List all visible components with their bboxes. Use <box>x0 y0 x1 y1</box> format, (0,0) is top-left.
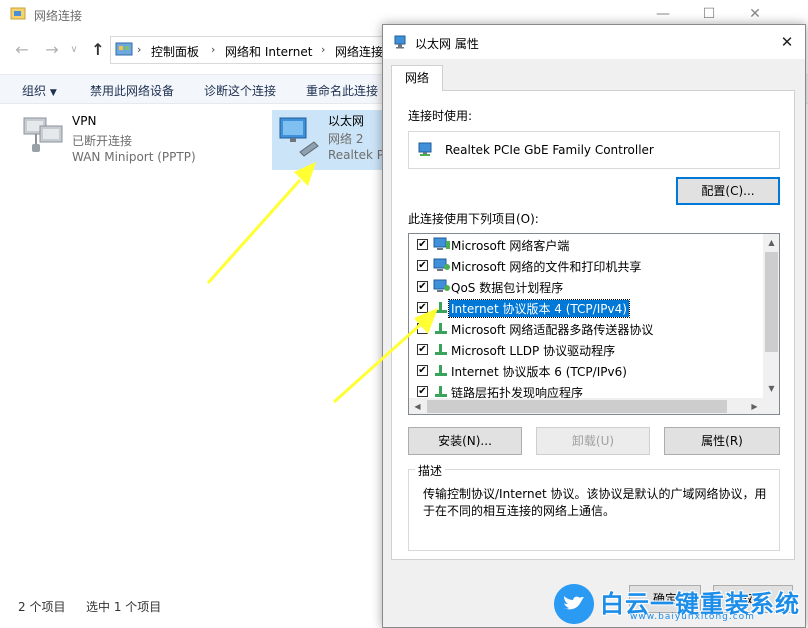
checkbox[interactable]: ✔ <box>417 260 428 271</box>
checkbox[interactable]: ✔ <box>417 239 428 250</box>
network-tab-panel: 连接时使用: Realtek PCIe GbE Family Controlle… <box>391 90 795 560</box>
list-item-label: Microsoft 网络的文件和打印机共享 <box>451 260 642 274</box>
network-client-icon <box>433 237 450 250</box>
connection-status: 网络 2 <box>328 132 364 146</box>
tab-network[interactable]: 网络 <box>391 65 443 91</box>
items-label: 此连接使用下列项目(O): <box>408 212 539 226</box>
list-item-label: Internet 协议版本 6 (TCP/IPv6) <box>451 365 627 379</box>
list-item[interactable]: Microsoft 网络适配器多路传送器协议 <box>409 318 763 339</box>
properties-button[interactable]: 属性(R) <box>664 427 780 455</box>
diagnose-button[interactable]: 诊断这个连接 <box>204 82 276 99</box>
description-text: 传输控制协议/Internet 协议。该协议是默认的广域网络协议，用于在不同的相… <box>423 487 767 518</box>
checkbox[interactable]: ✔ <box>417 281 428 292</box>
ethernet-adapter-icon <box>394 35 406 49</box>
connection-item-vpn[interactable]: VPN 已断开连接 WAN Miniport (PPTP) <box>20 112 220 174</box>
protocol-icon <box>435 344 447 355</box>
connection-device: Realtek P <box>328 148 384 162</box>
checkbox[interactable]: ✔ <box>417 365 428 376</box>
connection-name: 以太网 <box>328 114 365 128</box>
protocol-icon <box>435 386 447 397</box>
network-service-icon <box>433 258 450 271</box>
breadcrumb-network-internet[interactable]: 网络和 Internet <box>225 43 312 60</box>
bird-logo-icon <box>554 584 594 624</box>
scroll-left-icon[interactable]: ◀ <box>409 398 426 414</box>
breadcrumb-separator: › <box>137 43 142 56</box>
list-item-label: Microsoft LLDP 协议驱动程序 <box>451 344 616 358</box>
ethernet-properties-dialog: 以太网 属性 ✕ 网络 连接时使用: Realtek PCIe GbE Fami… <box>382 24 806 628</box>
vpn-connection-icon <box>23 117 63 152</box>
recent-locations-icon[interactable]: ∨ <box>66 40 82 60</box>
install-button[interactable]: 安装(N)... <box>408 427 522 455</box>
disable-device-button[interactable]: 禁用此网络设备 <box>90 82 174 99</box>
connection-device: WAN Miniport (PPTP) <box>72 150 196 164</box>
connection-name: VPN <box>72 114 97 128</box>
list-item[interactable]: ✔ Microsoft 网络的文件和打印机共享 <box>409 255 763 276</box>
forward-arrow-icon[interactable]: → <box>40 40 64 60</box>
breadcrumb-separator: › <box>321 43 326 56</box>
address-bar[interactable]: › 控制面板 › 网络和 Internet › 网络连接 <box>110 36 410 64</box>
vertical-scrollbar[interactable]: ▲ ▼ <box>763 234 779 398</box>
network-adapter-icon <box>418 142 432 156</box>
horizontal-scrollbar[interactable]: ◀ ▶ <box>409 398 763 414</box>
dialog-title-bar: 以太网 属性 ✕ <box>383 25 805 59</box>
dialog-title: 以太网 属性 <box>415 37 479 51</box>
protocol-icon <box>435 365 447 376</box>
item-count: 2 个项目 <box>18 600 66 614</box>
list-item[interactable]: ✔ Microsoft 网络客户端 <box>409 234 763 255</box>
adapter-box: Realtek PCIe GbE Family Controller <box>408 131 780 169</box>
uninstall-button[interactable]: 卸载(U) <box>536 427 650 455</box>
components-list[interactable]: ✔ Microsoft 网络客户端 ✔ Microsoft 网络的文件和打印机共… <box>408 233 780 415</box>
connect-using-label: 连接时使用: <box>408 109 473 123</box>
back-arrow-icon[interactable]: ← <box>10 40 34 60</box>
breadcrumb-network-connections[interactable]: 网络连接 <box>335 43 383 60</box>
list-item[interactable]: ✔ Microsoft LLDP 协议驱动程序 <box>409 339 763 360</box>
configure-button[interactable]: 配置(C)... <box>676 177 780 205</box>
ethernet-connection-icon <box>279 117 319 157</box>
protocol-icon <box>435 323 447 334</box>
rename-button[interactable]: 重命名此连接 <box>306 82 378 99</box>
chevron-down-icon: ▼ <box>49 88 57 98</box>
description-title: 描述 <box>415 462 446 479</box>
watermark: 白云一键重装系统 www.baiyunxitong.com <box>554 582 806 626</box>
list-item-label: Microsoft 网络客户端 <box>451 239 570 253</box>
breadcrumb-separator: › <box>211 43 216 56</box>
list-item-label: Microsoft 网络适配器多路传送器协议 <box>451 323 654 337</box>
organize-label: 组织 <box>22 84 47 98</box>
control-panel-icon <box>115 42 133 56</box>
dialog-close-button[interactable]: ✕ <box>773 29 801 55</box>
up-arrow-icon[interactable]: ↑ <box>86 40 110 60</box>
checkbox[interactable]: ✔ <box>417 302 428 313</box>
list-item-label: Internet 协议版本 4 (TCP/IPv4) <box>448 299 630 318</box>
list-item[interactable]: ✔ QoS 数据包计划程序 <box>409 276 763 297</box>
checkbox[interactable] <box>417 323 428 334</box>
scroll-corner <box>763 398 779 414</box>
list-item-selected[interactable]: ✔ Internet 协议版本 4 (TCP/IPv4) <box>409 297 763 318</box>
scroll-thumb[interactable] <box>427 400 727 413</box>
organize-button[interactable]: 组织 ▼ <box>22 82 57 99</box>
list-item[interactable]: ✔ Internet 协议版本 6 (TCP/IPv6) <box>409 360 763 381</box>
adapter-name: Realtek PCIe GbE Family Controller <box>445 143 654 157</box>
selected-count: 选中 1 个项目 <box>86 600 162 614</box>
checkbox[interactable]: ✔ <box>417 386 428 397</box>
connection-status: 已断开连接 <box>72 134 133 148</box>
breadcrumb-control-panel[interactable]: 控制面板 <box>151 43 199 60</box>
scroll-right-icon[interactable]: ▶ <box>746 398 763 414</box>
watermark-url: www.baiyunxitong.com <box>630 612 755 622</box>
scroll-up-icon[interactable]: ▲ <box>763 234 779 251</box>
scroll-thumb[interactable] <box>765 252 778 352</box>
list-item-label: QoS 数据包计划程序 <box>451 281 564 295</box>
connection-item-ethernet[interactable]: 以太网 网络 2 Realtek P <box>272 110 392 170</box>
description-group: 描述 传输控制协议/Internet 协议。该协议是默认的广域网络协议，用于在不… <box>408 462 780 551</box>
window-title: 网络连接 <box>34 9 83 23</box>
network-folder-icon <box>10 7 26 20</box>
scroll-down-icon[interactable]: ▼ <box>763 380 779 397</box>
network-service-icon <box>433 279 450 292</box>
checkbox[interactable]: ✔ <box>417 344 428 355</box>
